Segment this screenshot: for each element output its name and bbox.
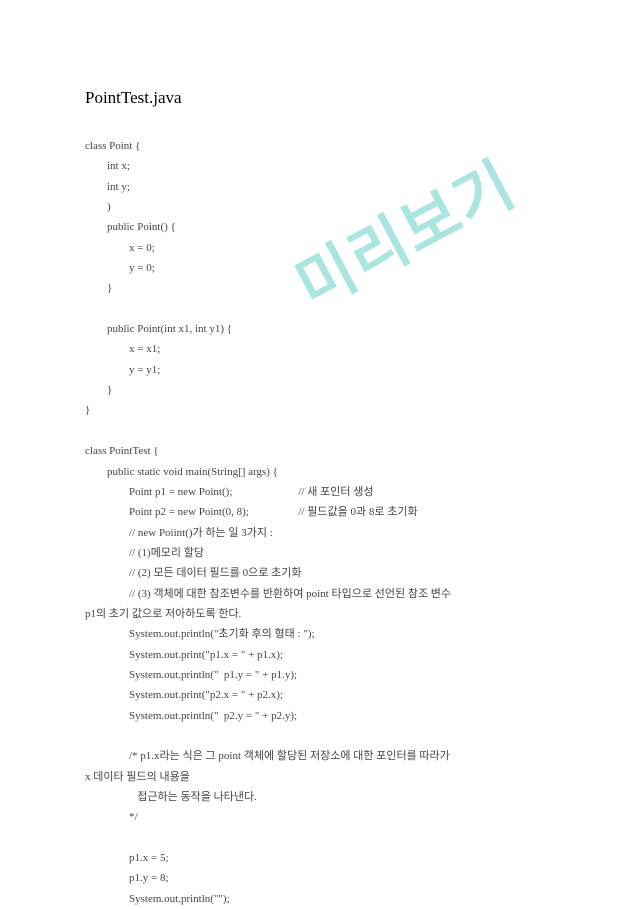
document-page: 미리보기 PointTest.java class Point { int x;…	[0, 0, 640, 905]
code-block: class Point { int x; int y; ) public Poi…	[85, 136, 565, 909]
document-title: PointTest.java	[85, 88, 565, 108]
